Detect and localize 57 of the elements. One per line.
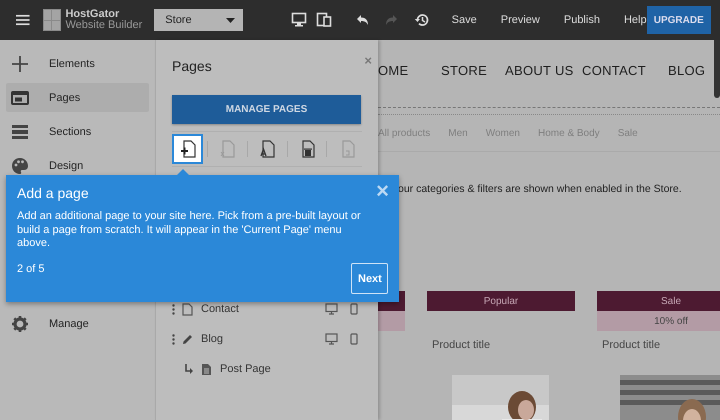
toolbar-link[interactable]: Save <box>452 14 477 26</box>
discount-label: 10% off <box>597 311 720 331</box>
drag-handle-icon[interactable] <box>172 304 175 314</box>
nav-link[interactable]: ABOUT US <box>505 62 582 78</box>
manage-pages-button[interactable]: MANAGE PAGES <box>172 95 361 124</box>
duplicate-page-icon <box>218 139 236 159</box>
page-name[interactable]: Post Page <box>220 363 362 375</box>
tablet-icon[interactable] <box>316 12 332 28</box>
scrollbar[interactable] <box>714 40 720 98</box>
caret-icon <box>226 18 235 22</box>
product-badge: Popular <box>427 291 575 311</box>
upgrade-button[interactable]: UPGRADE <box>646 6 711 34</box>
sidebar-item[interactable]: Design <box>6 151 149 180</box>
nav-link[interactable]: STORE <box>441 62 505 78</box>
mobile-icon[interactable] <box>350 333 358 345</box>
return-arrow-icon <box>184 364 194 374</box>
product-title[interactable]: Product title <box>602 339 720 353</box>
toolbar-link[interactable]: Preview <box>500 14 540 26</box>
product-badge: Sale <box>597 291 720 311</box>
add-page-icon <box>178 139 197 159</box>
sidebar-item[interactable]: Elements <box>6 49 149 78</box>
next-button[interactable]: Next <box>351 263 388 294</box>
page-name[interactable]: Contact <box>201 303 325 315</box>
palette-icon <box>11 156 29 174</box>
tooltip-text: Add an additional page to your site here. Pick from a pre-built layout or build a page from scratch. It will appear in the 'Current Page' menu above. <box>17 210 362 250</box>
nav-link[interactable]: OME <box>378 62 441 78</box>
page-name[interactable]: Blog <box>201 333 325 345</box>
tooltip-title: Add a page <box>17 185 90 201</box>
mobile-icon[interactable] <box>350 303 358 315</box>
panel-title: Pages <box>172 57 212 74</box>
nav-link[interactable]: BLOG <box>668 62 706 78</box>
drag-handle-icon[interactable] <box>172 334 175 344</box>
history-icon[interactable] <box>414 12 430 28</box>
sections-icon <box>11 122 29 140</box>
sidebar-item[interactable]: Pages <box>6 83 149 112</box>
brand-name: HostGator <box>65 9 120 20</box>
rename-page-icon <box>258 139 276 159</box>
pencil-icon <box>182 332 193 346</box>
menu-icon[interactable] <box>16 13 30 27</box>
toolbar-link[interactable]: Publish <box>564 14 600 26</box>
sidebar-item[interactable]: Manage <box>6 309 149 338</box>
sidebar-item[interactable]: Sections <box>6 117 149 146</box>
page-icon <box>182 302 193 316</box>
page-tool-button[interactable] <box>172 134 204 164</box>
page-dropdown[interactable]: Store <box>154 9 243 31</box>
nav-link[interactable]: CONTACT <box>582 62 668 78</box>
brand-subtitle: Website Builder <box>65 20 142 31</box>
product-title[interactable]: Product title <box>432 339 575 353</box>
desktop-icon[interactable] <box>290 12 307 28</box>
logo-icon <box>42 9 62 31</box>
browser-window-icon <box>11 88 29 106</box>
document-icon <box>201 362 212 376</box>
settings-icon <box>11 314 29 332</box>
plus-icon <box>11 54 29 72</box>
desktop-icon[interactable] <box>325 303 338 315</box>
toolbar-link[interactable]: Help <box>624 14 647 26</box>
step-counter: 2 of 5 <box>17 263 45 275</box>
